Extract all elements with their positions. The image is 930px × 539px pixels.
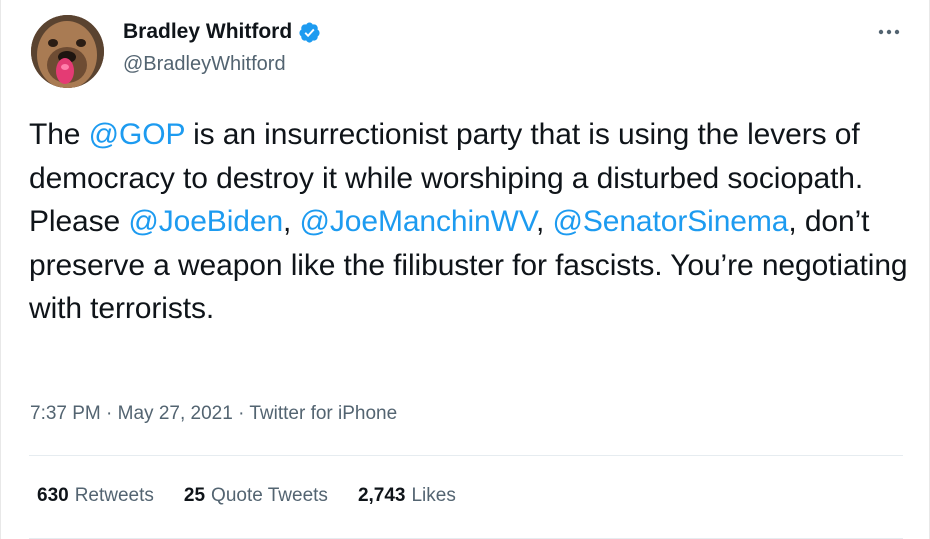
mention-joemanchinwv[interactable]: @JoeManchinWV <box>300 205 537 238</box>
mention-senatorsinema[interactable]: @SenatorSinema <box>553 205 789 238</box>
likes-stat[interactable]: 2,743 Likes <box>358 485 456 507</box>
avatar[interactable] <box>31 15 104 88</box>
tweet-card: Bradley Whitford @BradleyWhitford The @G… <box>0 0 930 539</box>
verified-badge-icon <box>298 21 321 44</box>
mention-gop[interactable]: @GOP <box>89 118 185 151</box>
engagement-stats: 630 Retweets 25 Quote Tweets 2,743 Likes <box>37 485 456 507</box>
mention-joebiden[interactable]: @JoeBiden <box>128 205 283 238</box>
retweets-label: Retweets <box>74 485 154 506</box>
retweets-count: 630 <box>37 485 69 506</box>
tweet-text-segment: The <box>29 118 89 151</box>
meta-separator: · <box>232 403 250 424</box>
tweet-source[interactable]: Twitter for iPhone <box>249 403 397 424</box>
quote-tweets-count: 25 <box>183 485 206 506</box>
more-horizontal-icon <box>878 29 900 35</box>
more-options-button[interactable] <box>875 22 903 42</box>
divider <box>29 455 903 456</box>
tweet-text-segment: , <box>283 205 300 238</box>
tweet-text: The @GOP is an insurrectionist party tha… <box>29 113 909 331</box>
tweet-metadata: 7:37 PM · May 27, 2021 · Twitter for iPh… <box>30 403 397 425</box>
meta-separator: · <box>100 403 118 424</box>
name-row: Bradley Whitford <box>123 20 321 44</box>
likes-count: 2,743 <box>357 485 406 506</box>
dog-with-toy-avatar-icon <box>31 15 104 88</box>
tweet-time[interactable]: 7:37 PM <box>30 403 101 424</box>
retweets-stat[interactable]: 630 Retweets <box>37 485 154 507</box>
tweet-date[interactable]: May 27, 2021 <box>118 403 233 424</box>
quote-tweets-label: Quote Tweets <box>211 485 328 506</box>
display-name[interactable]: Bradley Whitford <box>123 20 292 44</box>
likes-label: Likes <box>411 485 456 506</box>
quote-tweets-stat[interactable]: 25 Quote Tweets <box>184 485 328 507</box>
tweet-text-segment: , <box>536 205 553 238</box>
user-handle[interactable]: @BradleyWhitford <box>123 53 286 76</box>
